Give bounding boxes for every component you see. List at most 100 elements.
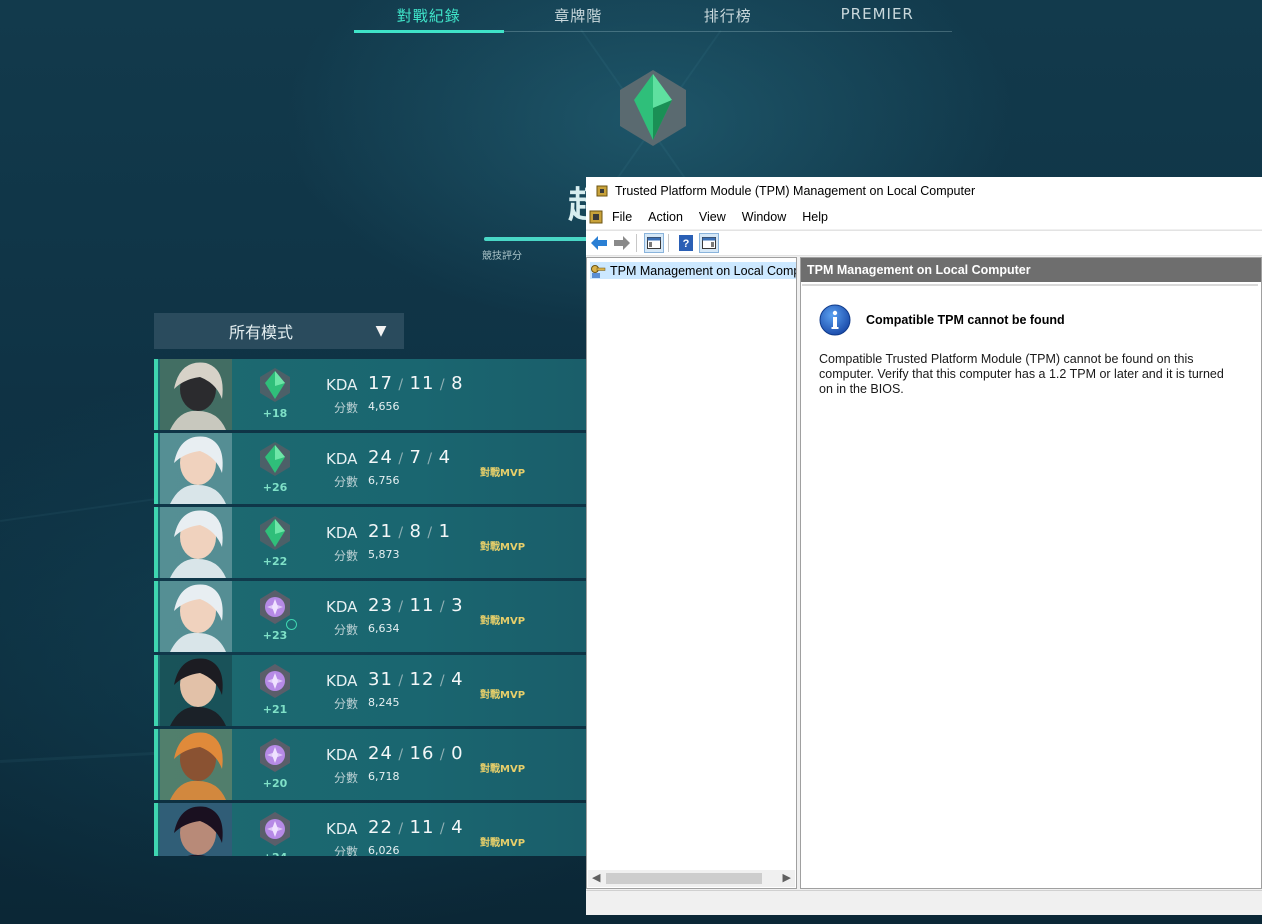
menu-action[interactable]: Action (648, 210, 683, 224)
horizontal-scrollbar[interactable]: ◀ ▶ (588, 870, 795, 887)
results-pane: TPM Management on Local Computer Compati… (800, 257, 1262, 889)
triangle-down-icon: ▼ (375, 323, 387, 339)
agent-portrait (160, 581, 232, 652)
deaths: 11 (409, 817, 435, 838)
deaths: 11 (409, 373, 435, 394)
ascendant-rank-icon (258, 367, 292, 403)
assists: 8 (451, 373, 464, 394)
mmc-console-icon[interactable] (588, 209, 604, 225)
kda-label: KDA (326, 820, 358, 838)
kda-value: 21 / 8 / 1 (368, 521, 452, 542)
tab-premier[interactable]: PREMIER (803, 0, 953, 31)
rr-change: +24 (250, 851, 300, 856)
match-row[interactable]: +23 KDA 23 / 11 / 3 分數 6,634 對戰MVP (154, 581, 586, 652)
agent-portrait (160, 729, 232, 800)
score-label: 分數 (334, 845, 359, 856)
assists: 4 (438, 447, 452, 468)
scroll-right-icon[interactable]: ▶ (783, 871, 791, 884)
rank-rating-label: 競技評分 (482, 251, 522, 262)
mvp-badge: 對戰MVP (480, 838, 526, 849)
agent-portrait (160, 359, 232, 430)
menu-file[interactable]: File (612, 210, 632, 224)
tpm-key-icon (590, 263, 606, 279)
score-label: 分數 (334, 697, 359, 711)
menu-bar: File Action View Window Help (586, 205, 1262, 229)
menu-help[interactable]: Help (802, 210, 828, 224)
kills: 31 (368, 669, 393, 690)
match-row[interactable]: +22 KDA 21 / 8 / 1 分數 5,873 對戰MVP (154, 507, 586, 578)
match-row[interactable]: +21 KDA 31 / 12 / 4 分數 8,245 對戰MVP (154, 655, 586, 726)
agent-portrait (160, 433, 232, 504)
error-heading: Compatible TPM cannot be found (866, 313, 1065, 327)
results-header: TPM Management on Local Computer (801, 258, 1261, 282)
career-tabs: 對戰紀錄 章牌階 排行榜 PREMIER (354, 0, 953, 33)
scrollbar-thumb[interactable] (606, 873, 762, 884)
score-label: 分數 (334, 623, 359, 637)
mvp-badge: 對戰MVP (480, 468, 526, 479)
deaths: 16 (409, 743, 435, 764)
deaths: 8 (409, 521, 422, 542)
tpm-chip-icon (594, 183, 610, 199)
error-message: Compatible Trusted Platform Module (TPM)… (819, 352, 1224, 396)
toolbar: ? (586, 230, 1262, 256)
rr-change: +26 (262, 481, 288, 494)
kda-value: 22 / 11 / 4 (368, 817, 464, 838)
kda-value: 24 / 16 / 0 (368, 743, 464, 764)
kills: 22 (368, 817, 393, 838)
mvp-badge: 對戰MVP (480, 764, 526, 775)
kda-value: 17 / 11 / 8 (368, 373, 464, 394)
show-hide-action-pane-icon[interactable] (699, 233, 719, 253)
score-label: 分數 (334, 771, 359, 785)
assists: 0 (451, 743, 464, 764)
kda-label: KDA (326, 746, 358, 764)
mvp-badge: 對戰MVP (480, 542, 526, 553)
deaths: 12 (409, 669, 435, 690)
menu-view[interactable]: View (699, 210, 726, 224)
assists: 4 (451, 817, 464, 838)
tab-leaderboard[interactable]: 排行榜 (653, 0, 803, 31)
kills: 23 (368, 595, 393, 616)
kda-value: 31 / 12 / 4 (368, 669, 464, 690)
deaths: 7 (409, 447, 422, 468)
rr-change: +20 (262, 777, 288, 790)
score-value: 8,245 (368, 696, 400, 709)
mvp-badge: 對戰MVP (480, 690, 526, 701)
kills: 17 (368, 373, 393, 394)
kills: 24 (368, 447, 393, 468)
tab-match-history[interactable]: 對戰紀錄 (354, 0, 504, 33)
info-icon (819, 304, 851, 336)
assists: 4 (451, 669, 464, 690)
rr-change: +21 (262, 703, 288, 716)
kda-label: KDA (326, 672, 358, 690)
diamond-rank-icon (258, 737, 292, 773)
score-label: 分數 (334, 475, 359, 489)
agent-portrait (160, 507, 232, 578)
console-tree: TPM Management on Local Computer ◀ ▶ (586, 257, 797, 889)
menu-window[interactable]: Window (742, 210, 786, 224)
rank-rating-bar (484, 237, 588, 241)
help-icon[interactable]: ? (676, 233, 696, 253)
mode-filter-dropdown[interactable]: 所有模式 ▼ (154, 313, 404, 349)
kda-label: KDA (326, 524, 358, 542)
results-header-title: TPM Management on Local Computer (807, 263, 1031, 277)
tab-act-rank[interactable]: 章牌階 (504, 0, 654, 31)
match-row[interactable]: +18 KDA 17 / 11 / 8 分數 4,656 (154, 359, 586, 430)
match-row[interactable]: +24 KDA 22 / 11 / 4 分數 6,026 對戰MVP (154, 803, 586, 856)
ascendant-rank-icon (258, 441, 292, 477)
tree-item-tpm-management[interactable]: TPM Management on Local Computer (590, 262, 796, 279)
scroll-left-icon[interactable]: ◀ (592, 871, 600, 884)
assists: 1 (438, 521, 452, 542)
score-value: 6,756 (368, 474, 400, 487)
kda-value: 23 / 11 / 3 (368, 595, 464, 616)
match-row[interactable]: +26 KDA 24 / 7 / 4 分數 6,756 對戰MVP (154, 433, 586, 504)
forward-icon[interactable] (612, 233, 632, 253)
match-history-list: +18 KDA 17 / 11 / 8 分數 4,656 +26 KDA 24 … (154, 359, 586, 856)
rr-change: +23 (262, 629, 288, 642)
match-row[interactable]: +20 KDA 24 / 16 / 0 分數 6,718 對戰MVP (154, 729, 586, 800)
back-icon[interactable] (589, 233, 609, 253)
show-hide-tree-icon[interactable] (644, 233, 664, 253)
svg-text:?: ? (683, 238, 690, 250)
tree-item-label: TPM Management on Local Computer (610, 263, 796, 278)
score-value: 5,873 (368, 548, 400, 561)
rr-change: +22 (262, 555, 288, 568)
